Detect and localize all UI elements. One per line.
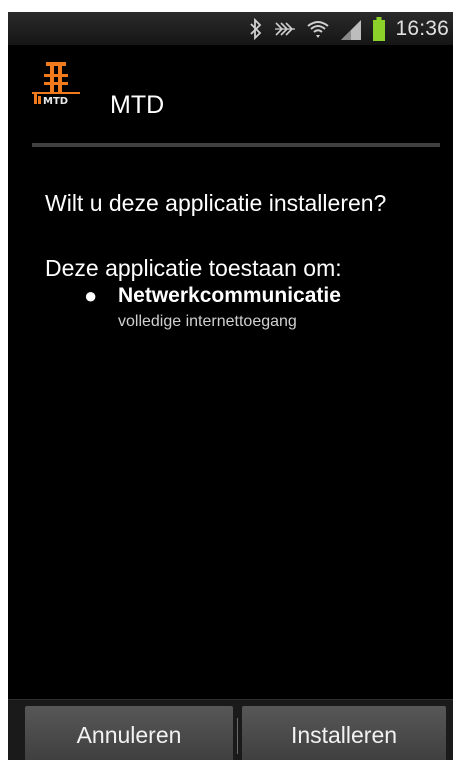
permission-title[interactable]: Netwerkcommunicatie <box>118 284 341 308</box>
phone-screen: 16:36 MTD MTD Wilt u deze applicatie ins… <box>8 12 453 760</box>
install-button[interactable]: Installeren <box>242 706 446 760</box>
app-title: MTD <box>110 91 165 119</box>
nfc-icon <box>273 19 297 39</box>
cancel-button[interactable]: Annuleren <box>25 706 233 760</box>
screen: 16:36 MTD MTD Wilt u deze applicatie ins… <box>0 0 458 760</box>
app-icon-text: MTD <box>43 96 68 106</box>
bluetooth-icon <box>249 17 263 40</box>
status-icons: 16:36 <box>249 12 449 45</box>
permission-description: volledige internettoegang <box>118 313 297 330</box>
battery-icon <box>373 16 386 41</box>
status-time: 16:36 <box>395 16 449 40</box>
wifi-icon <box>307 19 330 39</box>
status-bar: 16:36 <box>8 12 453 45</box>
permissions-heading: Deze applicatie toestaan om: <box>45 255 342 281</box>
app-icon: MTD <box>32 58 80 107</box>
install-question: Wilt u deze applicatie installeren? <box>45 190 387 216</box>
title-divider <box>32 143 440 147</box>
signal-icon <box>339 18 363 40</box>
button-bar: Annuleren Installeren <box>8 699 453 760</box>
button-divider <box>237 718 238 754</box>
permission-bullet: ● <box>84 284 98 309</box>
